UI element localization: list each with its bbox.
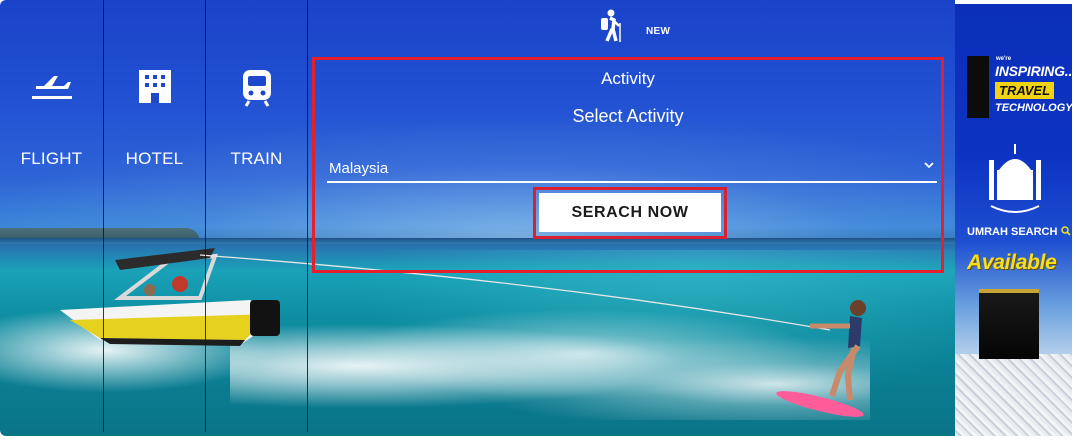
ad-tagline-line1: INSPIRING...	[995, 63, 1072, 79]
train-icon	[206, 70, 307, 114]
new-badge: NEW	[646, 26, 671, 37]
tab-hotel[interactable]: HOTEL	[104, 0, 206, 432]
hiking-icon	[601, 9, 621, 42]
country-select-value: Malaysia	[329, 160, 389, 177]
plane-icon	[0, 72, 103, 114]
hero-banner: FLIGHT HOTEL TRAIN NEW Activity Select A…	[0, 0, 955, 436]
form-subtitle: Select Activity	[572, 106, 684, 126]
form-title: Activity	[601, 69, 655, 88]
pilgrims-image	[955, 354, 1072, 436]
advertisement-banner[interactable]: we're INSPIRING... TRAVEL TECHNOLOGY UMR…	[955, 4, 1072, 436]
available-label: Available	[967, 251, 1057, 274]
ad-tagline-line2: TRAVEL	[995, 82, 1055, 99]
tab-flight[interactable]: FLIGHT	[0, 0, 104, 432]
chevron-down-icon	[924, 162, 934, 169]
tab-train[interactable]: TRAIN	[206, 0, 308, 432]
ad-tagline-small: we're	[996, 56, 1012, 62]
tab-label: TRAIN	[230, 149, 283, 168]
building-icon	[104, 70, 205, 114]
activity-search-form: Activity Select Activity Malaysia SERACH…	[312, 57, 944, 273]
tab-label: FLIGHT	[20, 149, 83, 168]
umrah-search-label: UMRAH SEARCH	[967, 226, 1071, 238]
mosque-icon	[989, 144, 1041, 213]
travel-business-portal-logo	[967, 56, 989, 118]
kaaba-image	[979, 289, 1039, 359]
tab-label: HOTEL	[125, 149, 184, 168]
search-now-button[interactable]: SERACH NOW	[539, 193, 721, 232]
umrah-search-text: UMRAH SEARCH	[967, 226, 1058, 238]
ad-tagline-line3: TECHNOLOGY	[995, 102, 1072, 114]
country-select[interactable]: Malaysia	[327, 156, 937, 183]
wakeboarder-image	[776, 300, 866, 417]
search-icon	[1060, 226, 1071, 236]
